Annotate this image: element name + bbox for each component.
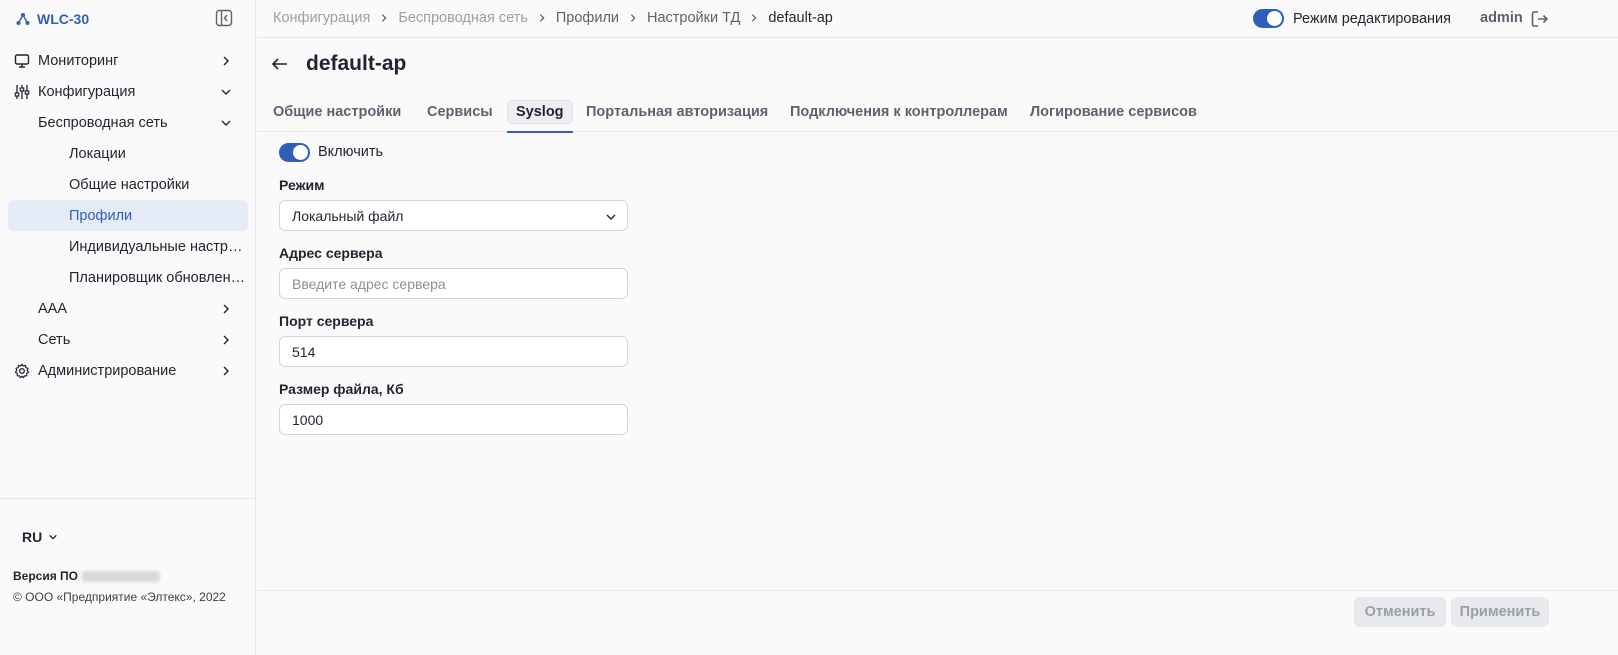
sidebar-item-label: Мониторинг [38, 52, 119, 69]
mode-value: Локальный файл [292, 207, 404, 224]
mode-label: Режим [279, 177, 325, 193]
chevron-down-icon [606, 214, 616, 220]
form-footer: Отменить Применить [257, 590, 1618, 655]
sidebar-nav: Мониторинг Конфигурация Беспроводная сет… [0, 45, 256, 386]
app-name: WLC-30 [37, 11, 90, 27]
sidebar-item-label: Индивидуальные настройки [69, 238, 246, 255]
sidebar-item-label: Общие настройки [69, 176, 190, 193]
cancel-button[interactable]: Отменить [1354, 597, 1446, 627]
chevron-down-icon [221, 89, 231, 95]
sidebar-item-network[interactable]: Сеть [8, 324, 248, 355]
sidebar-item-update-scheduler[interactable]: Планировщик обновлений [8, 262, 248, 293]
sidebar-item-configuration[interactable]: Конфигурация [8, 76, 248, 107]
network-logo-icon [16, 13, 30, 25]
sidebar-item-administration[interactable]: Администрирование [8, 355, 248, 386]
tab-label: Сервисы [427, 104, 493, 120]
tab-label: Syslog [507, 100, 573, 124]
language-selector[interactable]: RU [22, 529, 58, 545]
sidebar-item-label: Планировщик обновлений [69, 269, 246, 286]
breadcrumb-profiles[interactable]: Профили [556, 10, 619, 26]
topbar: Конфигурация Беспроводная сеть Профили Н… [257, 0, 1618, 38]
sidebar-item-wireless[interactable]: Беспроводная сеть [8, 107, 248, 138]
tab-syslog[interactable]: Syslog [507, 92, 573, 133]
breadcrumb-ap-settings[interactable]: Настройки ТД [647, 10, 740, 26]
arrow-left-icon [271, 58, 287, 70]
tab-label: Логирование сервисов [1030, 104, 1197, 120]
sidebar-item-label: Беспроводная сеть [38, 114, 168, 131]
sidebar: WLC-30 Мониторинг Конфигурация Беспровод… [0, 0, 256, 655]
edit-mode-label: Режим редактирования [1293, 10, 1452, 27]
tab-controller-connections[interactable]: Подключения к контроллерам [790, 92, 1008, 132]
tab-service-logging[interactable]: Логирование сервисов [1030, 92, 1197, 132]
back-button[interactable] [270, 53, 292, 75]
enable-toggle[interactable] [279, 142, 310, 162]
chevron-right-icon [223, 304, 229, 314]
logout-icon[interactable] [1530, 9, 1550, 29]
server-port-input[interactable] [279, 336, 628, 367]
sidebar-item-label: Администрирование [38, 362, 177, 379]
chevron-right-icon [223, 335, 229, 345]
monitor-icon [14, 54, 30, 68]
sidebar-item-general-settings[interactable]: Общие настройки [8, 169, 248, 200]
gear-icon [14, 363, 30, 379]
tab-general-settings[interactable]: Общие настройки [273, 92, 401, 132]
edit-mode: Режим редактирования [1253, 9, 1451, 28]
sidebar-item-individual-settings[interactable]: Индивидуальные настройки [8, 231, 248, 262]
version-label: Версия ПО [13, 569, 79, 583]
chevron-down-icon [221, 120, 231, 126]
language-value: RU [22, 529, 43, 545]
user-name[interactable]: admin [1480, 10, 1523, 26]
sidebar-item-label: Локации [69, 145, 126, 162]
version-value-redacted [82, 570, 161, 582]
enable-row: Включить [279, 141, 629, 163]
tab-label: Подключения к контроллерам [790, 104, 1008, 120]
apply-button[interactable]: Применить [1451, 597, 1549, 627]
breadcrumb: Конфигурация Беспроводная сеть Профили Н… [273, 10, 833, 26]
sidebar-item-label: Сеть [38, 331, 71, 348]
page-title: default-ap [306, 52, 407, 75]
chevron-right-icon [619, 13, 647, 23]
sidebar-item-label: Профили [69, 207, 133, 224]
chevron-right-icon [223, 56, 229, 66]
tab-portal-auth[interactable]: Портальная авторизация [586, 92, 768, 132]
syslog-form: Включить Режим Локальный файл Адрес серв… [279, 141, 629, 435]
file-size-input[interactable] [279, 404, 628, 435]
chevron-right-icon [223, 366, 229, 376]
page-header: default-ap [270, 52, 406, 76]
breadcrumb-configuration[interactable]: Конфигурация [273, 10, 370, 26]
edit-mode-toggle[interactable] [1253, 9, 1284, 28]
sidebar-item-aaa[interactable]: AAA [8, 293, 248, 324]
chevron-right-icon [528, 13, 556, 23]
server-address-input[interactable] [279, 268, 628, 299]
sliders-icon [14, 85, 30, 99]
tab-label: Общие настройки [273, 104, 402, 120]
file-size-label: Размер файла, Кб [279, 381, 404, 397]
sidebar-item-label: Конфигурация [38, 83, 136, 100]
tab-label: Портальная авторизация [586, 104, 769, 120]
enable-label: Включить [318, 144, 384, 160]
sidebar-divider [0, 498, 256, 499]
collapse-sidebar-button[interactable] [214, 8, 234, 28]
mode-select[interactable]: Локальный файл [279, 200, 628, 231]
sidebar-item-label: AAA [38, 300, 68, 317]
brand[interactable]: WLC-30 [16, 8, 89, 30]
sidebar-collapse-icon [215, 9, 233, 27]
sidebar-item-monitoring[interactable]: Мониторинг [8, 45, 248, 76]
tab-services[interactable]: Сервисы [427, 92, 493, 132]
breadcrumb-current: default-ap [768, 10, 833, 26]
sidebar-item-locations[interactable]: Локации [8, 138, 248, 169]
copyright: © ООО «Предприятие «Элтекс», 2022 [13, 590, 226, 604]
chevron-right-icon [740, 13, 768, 23]
chevron-right-icon [370, 13, 398, 23]
sidebar-item-profiles[interactable]: Профили [8, 200, 248, 231]
server-port-label: Порт сервера [279, 313, 374, 329]
breadcrumb-wireless[interactable]: Беспроводная сеть [398, 10, 528, 26]
tab-bar: Общие настройки Сервисы Syslog Портальна… [257, 92, 1618, 133]
firmware-version: Версия ПО [13, 569, 161, 583]
server-address-label: Адрес сервера [279, 245, 383, 261]
chevron-down-icon [49, 534, 58, 540]
